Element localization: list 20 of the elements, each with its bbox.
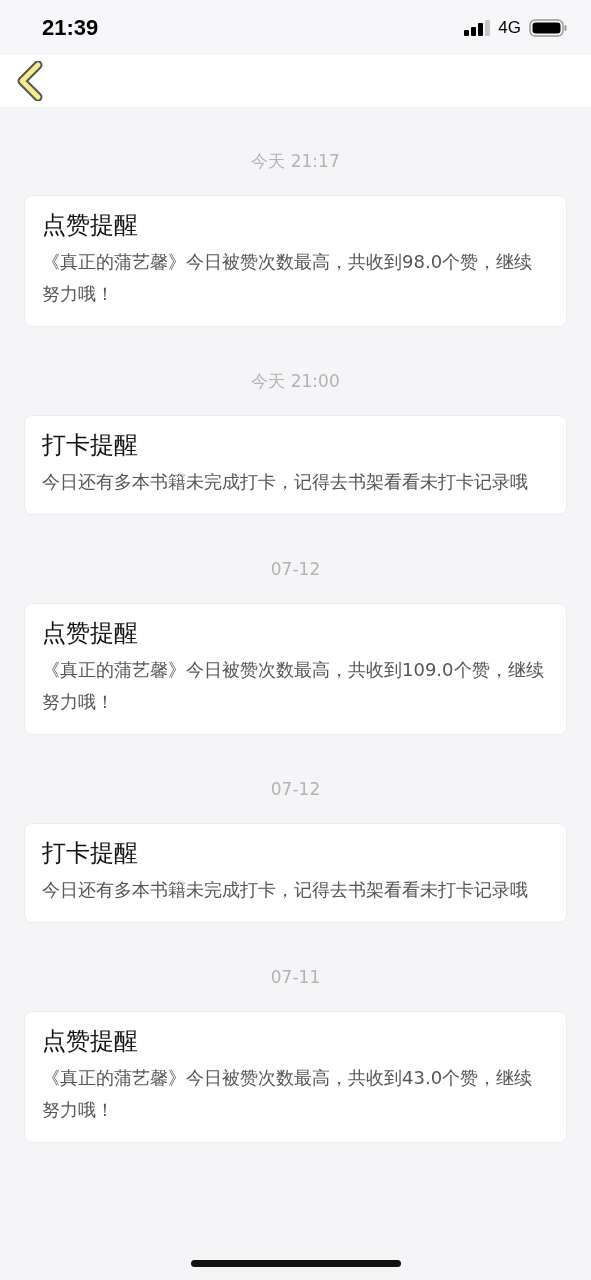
notification-text: 《真正的蒲艺馨》今日被赞次数最高，共收到98.0个赞，继续努力哦！ bbox=[42, 250, 534, 306]
message-time: 07-12 bbox=[269, 558, 322, 581]
notification-text: 今日还有多本书籍未完成打卡，记得去书架看看未打卡记录哦 bbox=[42, 878, 529, 902]
notification-text: 今日还有多本书籍未完成打卡，记得去书架看看未打卡记录哦 bbox=[42, 470, 529, 494]
message-time: 今天 21:17 bbox=[250, 150, 341, 173]
notification-text: 《真正的蒲艺馨》今日被赞次数最高，共收到109.0个赞，继续努力哦！ bbox=[42, 658, 545, 714]
notification-title: 打卡提醒 bbox=[42, 838, 139, 869]
back-icon[interactable] bbox=[16, 61, 44, 101]
message-time: 07-12 bbox=[269, 778, 322, 801]
notification-title: 点赞提醒 bbox=[42, 1026, 139, 1057]
notification-title: 打卡提醒 bbox=[42, 430, 139, 461]
notification-title: 点赞提醒 bbox=[42, 618, 139, 649]
battery-icon bbox=[529, 18, 567, 37]
message-time: 今天 21:00 bbox=[250, 370, 341, 393]
notification-title: 点赞提醒 bbox=[42, 210, 139, 241]
signal-icon bbox=[464, 19, 491, 36]
notification-text: 《真正的蒲艺馨》今日被赞次数最高，共收到43.0个赞，继续努力哦！ bbox=[42, 1066, 534, 1122]
status-time: 21:39 bbox=[42, 14, 99, 41]
network-label: 4G bbox=[498, 17, 521, 38]
message-time: 07-11 bbox=[269, 966, 322, 989]
